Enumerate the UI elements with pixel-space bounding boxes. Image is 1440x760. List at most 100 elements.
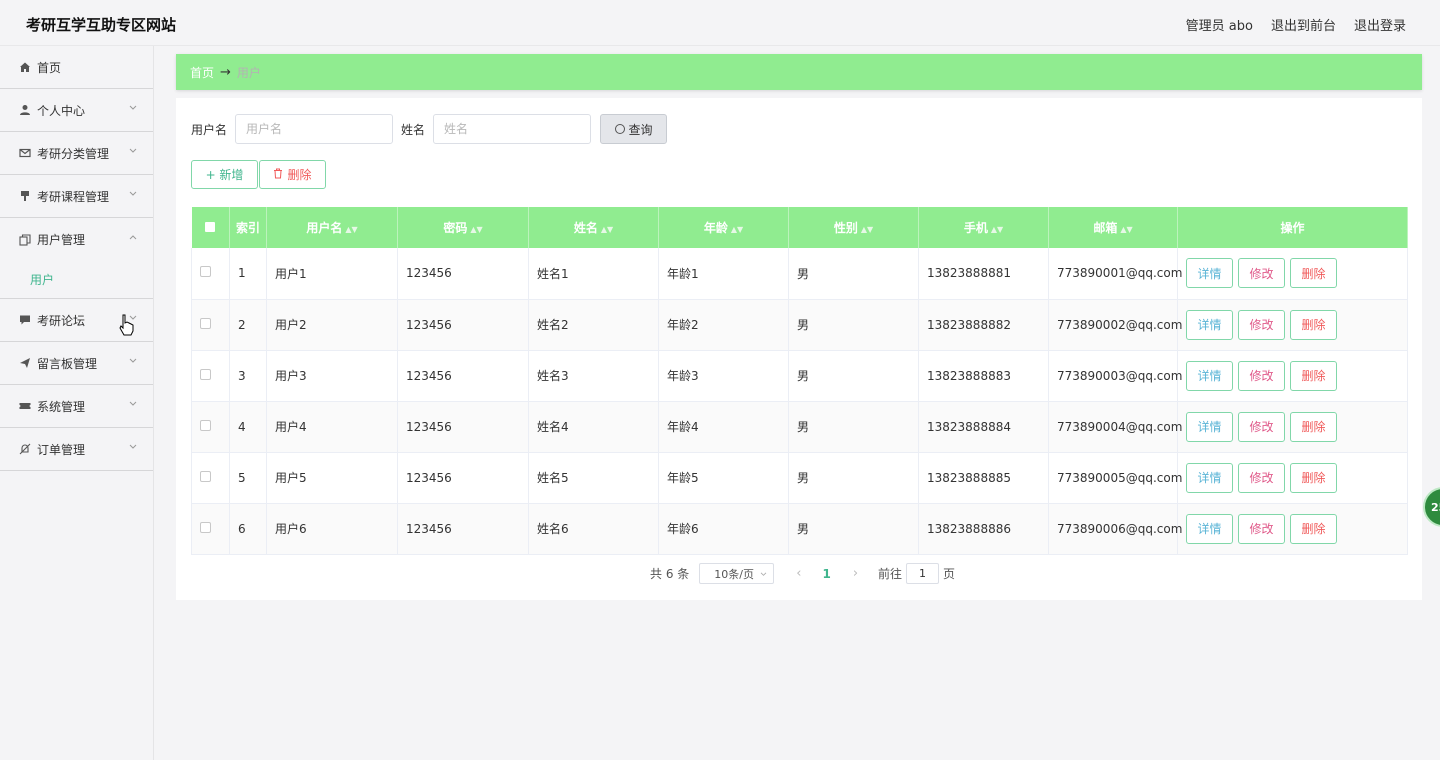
sidebar-item-label: 个人中心 <box>37 103 86 118</box>
cell-email: 773890005@qq.com <box>1048 452 1182 504</box>
delete-button[interactable]: 删除 <box>1290 513 1337 544</box>
logout-link[interactable]: 退出登录 <box>1354 15 1406 34</box>
name-search-input[interactable] <box>433 114 592 144</box>
delete-button[interactable]: 删除 <box>1290 309 1337 340</box>
cell-age: 年龄3 <box>658 350 789 402</box>
next-page-button[interactable]: › <box>853 566 858 581</box>
mail-icon <box>18 147 31 160</box>
cell-email: 773890001@qq.com <box>1048 248 1182 300</box>
cell-password: 123456 <box>397 503 529 555</box>
select-all-checkbox[interactable] <box>191 207 230 248</box>
goto-page-input[interactable]: 1 <box>906 563 940 584</box>
batch-delete-button[interactable]: 删除 <box>259 160 326 189</box>
delete-button[interactable]: 删除 <box>1290 360 1337 391</box>
edit-button[interactable]: 修改 <box>1238 513 1285 544</box>
row-checkbox[interactable] <box>191 452 230 504</box>
sidebar-item-user-management[interactable]: 用户管理 <box>0 218 153 261</box>
sidebar-item-message-board[interactable]: 留言板管理 <box>0 342 153 385</box>
prev-page-button[interactable]: ‹ <box>796 566 801 581</box>
ticket-icon <box>18 400 31 413</box>
cell-index: 1 <box>229 248 267 300</box>
cell-gender: 男 <box>788 248 919 300</box>
edit-button[interactable]: 修改 <box>1238 360 1285 391</box>
cell-phone: 13823888886 <box>918 503 1049 555</box>
cell-username: 用户3 <box>266 350 398 402</box>
detail-button[interactable]: 详情 <box>1186 462 1233 493</box>
detail-button[interactable]: 详情 <box>1186 513 1233 544</box>
top-links: 管理员 abo 退出到前台 退出登录 <box>1186 15 1406 34</box>
page-number-current[interactable]: 1 <box>822 567 830 581</box>
edit-button[interactable]: 修改 <box>1238 309 1285 340</box>
sidebar-item-order-management[interactable]: 订单管理 <box>0 428 153 471</box>
sidebar-item-label: 系统管理 <box>37 399 86 414</box>
query-button[interactable]: 查询 <box>600 114 668 144</box>
chevron-down-icon <box>760 567 767 580</box>
delete-button[interactable]: 删除 <box>1290 258 1337 289</box>
sidebar-subitem-users[interactable]: 用户 <box>0 261 153 299</box>
floating-badge[interactable]: 25 <box>1423 487 1440 527</box>
row-checkbox[interactable] <box>191 503 230 555</box>
cell-gender: 男 <box>788 503 919 555</box>
sort-icon: ▲▼ <box>730 225 744 234</box>
sidebar-item-personal-center[interactable]: 个人中心 <box>0 89 153 132</box>
row-checkbox[interactable] <box>191 248 230 300</box>
edit-button[interactable]: 修改 <box>1238 258 1285 289</box>
sidebar-item-system-management[interactable]: 系统管理 <box>0 385 153 428</box>
delete-button[interactable]: 删除 <box>1290 462 1337 493</box>
column-header[interactable]: 姓名 ▲▼ <box>528 207 659 248</box>
page-size-select[interactable]: 10条/页 <box>699 563 775 584</box>
column-header[interactable]: 邮箱 ▲▼ <box>1048 207 1178 248</box>
sidebar-item-home[interactable]: 首页 <box>0 46 153 89</box>
cell-phone: 13823888882 <box>918 299 1049 351</box>
row-checkbox[interactable] <box>191 350 230 402</box>
row-checkbox[interactable] <box>191 299 230 351</box>
cell-email: 773890006@qq.com <box>1048 503 1182 555</box>
delete-button[interactable]: 删除 <box>1290 411 1337 442</box>
chevron-down-icon <box>129 189 137 200</box>
row-checkbox[interactable] <box>191 401 230 453</box>
cell-index: 5 <box>229 452 267 504</box>
detail-button[interactable]: 详情 <box>1186 411 1233 442</box>
cell-name: 姓名6 <box>528 503 659 555</box>
sort-icon: ▲▼ <box>470 225 483 234</box>
name-label: 姓名 <box>401 122 426 137</box>
cell-name: 姓名4 <box>528 401 659 453</box>
sidebar-item-course-management[interactable]: 考研课程管理 <box>0 175 153 218</box>
cell-index: 4 <box>229 401 267 453</box>
sort-icon: ▲▼ <box>345 225 358 234</box>
page-suffix-label: 页 <box>943 567 956 581</box>
admin-label: 管理员 abo <box>1185 19 1253 34</box>
add-button[interactable]: + 新增 <box>191 160 258 189</box>
table-row: 2 用户2 123456 姓名2 年龄2 男 13823888882 773890002@qq… <box>191 299 1408 351</box>
sidebar-item-category-management[interactable]: 考研分类管理 <box>0 132 153 175</box>
chevron-up-icon <box>129 232 137 243</box>
sidebar-item-label: 考研论坛 <box>37 313 86 328</box>
send-icon <box>18 357 31 370</box>
detail-button[interactable]: 详情 <box>1186 258 1233 289</box>
chevron-down-icon <box>129 103 137 114</box>
edit-button[interactable]: 修改 <box>1238 462 1285 493</box>
username-search-input[interactable] <box>235 114 394 144</box>
cell-username: 用户5 <box>266 452 398 504</box>
sort-icon: ▲▼ <box>990 225 1004 234</box>
cell-password: 123456 <box>397 452 529 504</box>
column-header[interactable]: 性别 ▲▼ <box>788 207 919 248</box>
sidebar-item-label: 用户管理 <box>37 233 86 247</box>
column-header[interactable]: 年龄 ▲▼ <box>658 207 789 248</box>
cell-age: 年龄4 <box>658 401 789 453</box>
detail-button[interactable]: 详情 <box>1186 360 1233 391</box>
breadcrumb-home[interactable]: 首页 <box>190 64 214 81</box>
column-header[interactable]: 密码 ▲▼ <box>397 207 529 248</box>
sidebar-item-label: 考研课程管理 <box>37 189 110 204</box>
column-header[interactable]: 用户名 ▲▼ <box>266 207 398 248</box>
edit-button[interactable]: 修改 <box>1238 411 1285 442</box>
cell-gender: 男 <box>788 401 919 453</box>
to-front-link[interactable]: 退出到前台 <box>1271 15 1336 34</box>
table-row: 3 用户3 123456 姓名3 年龄3 男 13823888883 773890003@qq… <box>191 350 1408 402</box>
detail-button[interactable]: 详情 <box>1186 309 1233 340</box>
bell-off-icon <box>18 443 31 456</box>
cell-index: 2 <box>229 299 267 351</box>
total-count: 共 6 条 <box>650 567 690 581</box>
cell-age: 年龄6 <box>658 503 789 555</box>
column-header[interactable]: 手机 ▲▼ <box>918 207 1049 248</box>
